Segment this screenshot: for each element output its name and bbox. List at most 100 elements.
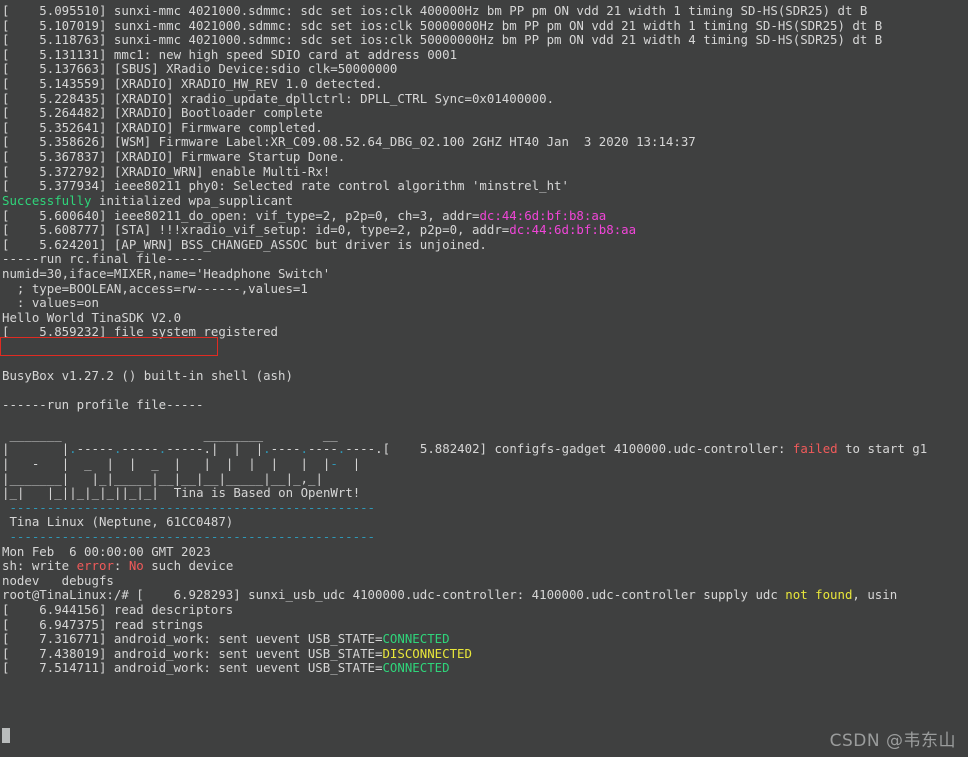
terminal-text-cyan: - xyxy=(330,456,338,471)
terminal-text-default xyxy=(69,472,91,486)
terminal-text-default: [ 7.316771] android_work: sent uevent US… xyxy=(2,632,383,647)
terminal-text-default: such device xyxy=(143,559,234,574)
terminal-text-default: | xyxy=(99,486,107,501)
terminal-text-red: error xyxy=(76,559,114,574)
terminal-line: [ 5.372792] [XRADIO_WRN] enable Multi-Rx… xyxy=(2,165,968,180)
terminal-text-default: | xyxy=(106,471,114,486)
terminal-text-green: CONNECTED xyxy=(382,632,450,647)
terminal-text-default: [ 5.107019] sunxi-mmc 4021000.sdmmc: sdc… xyxy=(2,18,883,33)
terminal-text-default: _______ xyxy=(9,471,62,486)
terminal-line: [ 5.228435] [XRADIO] xradio_update_dpllc… xyxy=(2,92,968,107)
terminal-line: [ 6.944156] read descriptors xyxy=(2,603,968,618)
terminal-line: [ 7.438019] android_work: sent uevent US… xyxy=(2,647,968,662)
terminal-text-yellow: DISCONNECTED xyxy=(382,646,472,661)
terminal-line: Tina Linux (Neptune, 61CC0487) xyxy=(2,515,968,530)
terminal-line: [ 5.624201] [AP_WRN] BSS_CHANGED_ASSOC b… xyxy=(2,238,968,253)
terminal-text-cyan: ----------------------------------------… xyxy=(2,500,375,515)
terminal-line: numid=30,iface=MIXER,name='Headphone Swi… xyxy=(2,267,968,282)
terminal-line: Mon Feb 6 00:00:00 GMT 2023 xyxy=(2,545,968,560)
terminal-text-default: | xyxy=(315,471,323,486)
terminal-text-default: [ 5.608777] [STA] !!!xradio_vif_setup: i… xyxy=(2,223,510,238)
terminal-text-default: | xyxy=(84,486,92,501)
terminal-output: [ 5.095510] sunxi-mmc 4021000.sdmmc: sdc… xyxy=(2,4,968,676)
terminal-text-default: [ 5.377934] ieee80211 phy0: Selected rat… xyxy=(2,179,569,194)
terminal-line: sh: write error: No such device xyxy=(2,559,968,574)
terminal-text-default: | xyxy=(263,471,271,486)
terminal-line: ; type=BOOLEAN,access=rw------,values=1 xyxy=(2,282,968,297)
terminal-line: ----------------------------------------… xyxy=(2,501,968,516)
terminal-line: [ 6.947375] read strings xyxy=(2,618,968,633)
terminal-text-yellow: not found xyxy=(785,588,853,603)
terminal-text-default: to start g1 xyxy=(837,442,928,457)
terminal-text-default: __ xyxy=(181,471,197,486)
terminal-line: [ 5.107019] sunxi-mmc 4021000.sdmmc: sdc… xyxy=(2,19,968,34)
terminal-text-default: Tina Linux (Neptune, 61CC0487) xyxy=(2,515,234,530)
terminal-text-default: , usin xyxy=(852,588,898,603)
terminal-text-default: nodev debugfs xyxy=(2,573,114,588)
terminal-line: ----------------------------------------… xyxy=(2,530,968,545)
terminal-text-default: | xyxy=(173,456,182,471)
terminal-line: [ 5.608777] [STA] !!!xradio_vif_setup: i… xyxy=(2,223,968,238)
terminal-text-default: root@TinaLinux:/# [ 6.928293] sunxi_usb_… xyxy=(2,588,786,603)
terminal-text-default: Tina is Based on OpenWrt! xyxy=(158,486,361,501)
terminal-text-default: __ xyxy=(158,471,174,486)
terminal-text-default xyxy=(24,486,46,500)
terminal-line: [ 5.377934] ieee80211 phy0: Selected rat… xyxy=(2,179,968,194)
terminal-line: [ 7.316771] android_work: sent uevent US… xyxy=(2,632,968,647)
terminal-text-default: [ 5.624201] [AP_WRN] BSS_CHANGED_ASSOC b… xyxy=(2,237,487,252)
terminal-line: [ 5.118763] sunxi-mmc 4021000.sdmmc: sdc… xyxy=(2,33,968,48)
terminal-text-default: | xyxy=(173,471,182,486)
terminal-text-default: ---- xyxy=(307,442,338,457)
terminal-text-default: | xyxy=(151,486,159,501)
terminal-text-default: ; type=BOOLEAN,access=rw------,values=1 xyxy=(2,281,308,296)
terminal-text-default xyxy=(9,442,61,456)
terminal-text-default: _ xyxy=(54,486,62,501)
terminal-window[interactable]: [ 5.095510] sunxi-mmc 4021000.sdmmc: sdc… xyxy=(0,0,968,757)
terminal-text-green: Successfully xyxy=(2,193,92,208)
terminal-text-default: | xyxy=(203,456,211,471)
terminal-text-default: ------run profile file----- xyxy=(2,398,204,413)
terminal-line: _______ ________ __ xyxy=(2,428,968,443)
terminal-text-default: _____ xyxy=(113,471,152,486)
terminal-line: Successfully initialized wpa_supplicant xyxy=(2,194,968,209)
terminal-text-cyan: . xyxy=(300,442,308,457)
terminal-text-default: ----- xyxy=(76,442,114,457)
terminal-text-default: | xyxy=(136,486,144,501)
terminal-text-default: _ xyxy=(106,486,115,501)
terminal-text-default: -----. xyxy=(166,442,211,457)
terminal-text-default: -----run rc.final file----- xyxy=(2,252,204,267)
terminal-text-default: [ 5.600640] ieee80211_do_open: vif_type=… xyxy=(2,208,480,223)
terminal-text-default: [ 5.859232] file system registered xyxy=(2,325,279,340)
terminal-line: nodev debugfs xyxy=(2,574,968,589)
terminal-text-default: [ 5.264482] [XRADIO] Bootloader complete xyxy=(2,106,323,121)
terminal-text-green: CONNECTED xyxy=(382,661,450,676)
csdn-watermark: CSDN @韦东山 xyxy=(829,731,956,752)
terminal-text-default: [ 5.358626] [WSM] Firmware Label:XR_C09.… xyxy=(2,135,696,150)
terminal-text-default: __ xyxy=(270,471,286,486)
terminal-text-default: [ 5.352641] [XRADIO] Firmware completed. xyxy=(2,120,323,135)
terminal-text-default: initialized wpa_supplicant xyxy=(91,193,293,208)
terminal-text-default: _____ xyxy=(225,471,264,486)
terminal-text-default: ________ xyxy=(203,427,264,442)
terminal-line: -----run rc.final file----- xyxy=(2,252,968,267)
terminal-text-default: [ 6.944156] read descriptors xyxy=(2,602,234,617)
terminal-text-default: | xyxy=(151,471,159,486)
terminal-text-default: _ xyxy=(136,456,174,471)
terminal-text-default: [ 5.367837] [XRADIO] Firmware Startup Do… xyxy=(2,150,346,165)
terminal-line: |_| |_||_|_|_||_|_| Tina is Based on Ope… xyxy=(2,486,968,501)
terminal-text-default: _ xyxy=(91,486,100,501)
terminal-line: [ 5.137663] [SBUS] XRadio Device:sdio cl… xyxy=(2,62,968,77)
terminal-text-default: __ xyxy=(203,471,219,486)
terminal-text-default xyxy=(114,457,129,471)
terminal-text-default: [ 5.137663] [SBUS] XRadio Device:sdio cl… xyxy=(2,62,398,77)
terminal-text-default: | xyxy=(196,471,204,486)
terminal-text-default: [ 7.438019] android_work: sent uevent US… xyxy=(2,646,383,661)
terminal-text-default: [ 5.118763] sunxi-mmc 4021000.sdmmc: sdc… xyxy=(2,33,883,48)
terminal-line: [ 5.095510] sunxi-mmc 4021000.sdmmc: sdc… xyxy=(2,4,968,19)
terminal-line: [ 5.367837] [XRADIO] Firmware Startup Do… xyxy=(2,150,968,165)
terminal-text-default: | xyxy=(218,471,226,486)
terminal-text-cyan: . xyxy=(69,442,77,457)
terminal-text-default: ----. xyxy=(345,442,383,457)
